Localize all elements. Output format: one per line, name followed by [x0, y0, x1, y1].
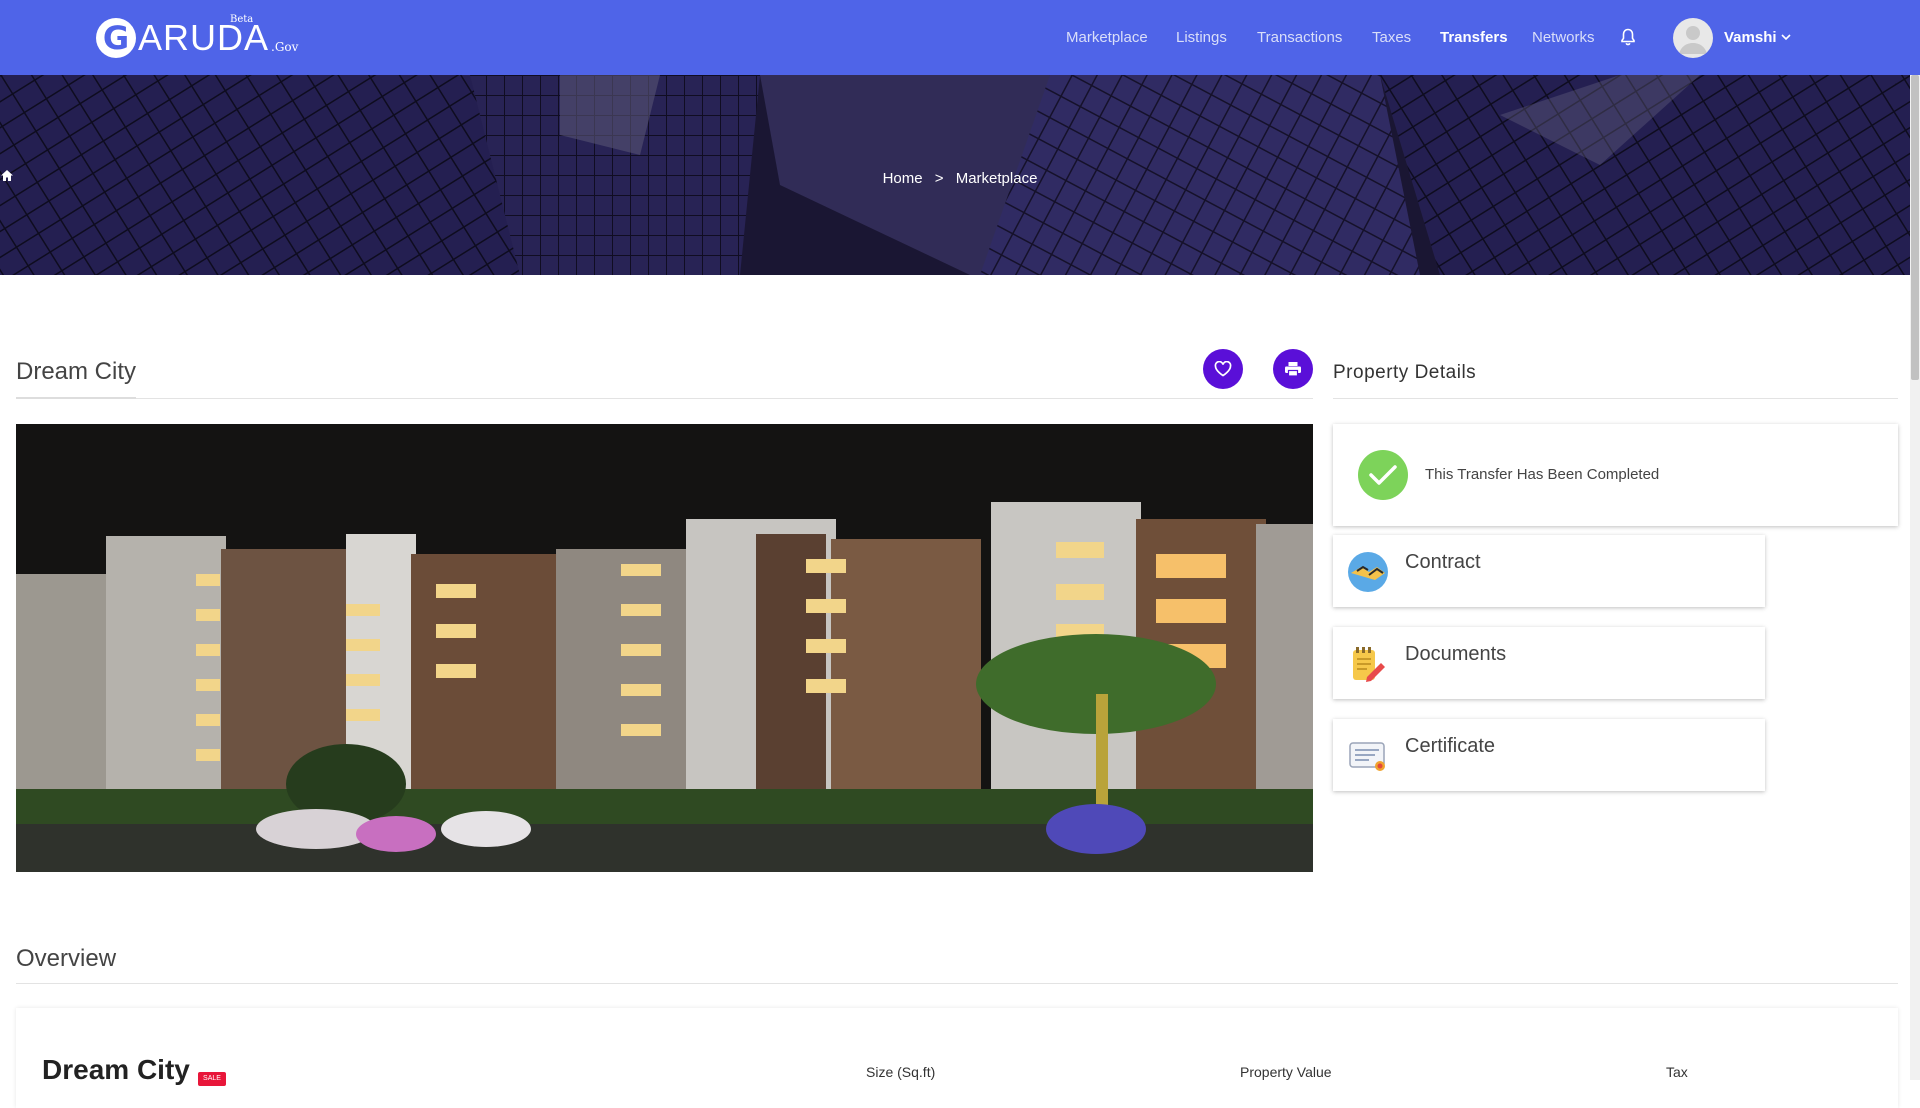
nav-networks[interactable]: Networks [1532, 29, 1595, 46]
overview-divider [16, 983, 1898, 984]
property-title: Dream City [16, 358, 137, 385]
hero-banner: Home > Marketplace [0, 75, 1920, 275]
title-underline [16, 397, 136, 399]
home-icon[interactable] [0, 169, 14, 182]
title-divider [16, 398, 1313, 399]
logo-beta: Beta [230, 14, 254, 25]
print-button[interactable] [1273, 349, 1313, 389]
overview-card: Dream City SALE Size (Sq.ft) Property Va… [16, 1008, 1898, 1108]
logo-gov: .Gov [271, 40, 299, 54]
transfer-status-text: This Transfer Has Been Completed [1425, 466, 1660, 483]
property-photo [16, 424, 1313, 872]
logo-initial: G [96, 18, 136, 58]
heart-icon [1214, 361, 1232, 377]
overview-property-name: Dream City [42, 1054, 190, 1085]
certificate-icon [1349, 742, 1385, 771]
property-details-title: Property Details [1333, 362, 1477, 383]
contract-icon [1348, 552, 1388, 592]
details-divider [1333, 398, 1898, 399]
breadcrumb: Home > Marketplace [0, 169, 1920, 187]
overview-title: Overview [16, 945, 117, 972]
user-name[interactable]: Vamshi [1724, 29, 1777, 46]
favorite-button[interactable] [1203, 349, 1243, 389]
documents-card[interactable]: Documents [1333, 627, 1765, 699]
nav-listings[interactable]: Listings [1176, 29, 1227, 46]
check-icon [1358, 450, 1408, 500]
contract-card[interactable]: Contract [1333, 535, 1765, 607]
property-value-column-label: Property Value [1240, 1064, 1332, 1080]
page-scrollbar[interactable] [1910, 75, 1920, 1080]
breadcrumb-separator: > [934, 169, 944, 187]
documents-label: Documents [1405, 643, 1507, 665]
certificate-label: Certificate [1405, 735, 1496, 757]
bell-icon[interactable] [1620, 28, 1636, 46]
documents-icon [1353, 647, 1385, 682]
certificate-card[interactable]: Certificate [1333, 719, 1765, 791]
nav-marketplace[interactable]: Marketplace [1066, 29, 1148, 46]
scrollbar-thumb[interactable] [1911, 75, 1919, 380]
nav-taxes[interactable]: Taxes [1372, 29, 1411, 46]
print-icon [1285, 362, 1301, 377]
transfer-status-card: This Transfer Has Been Completed [1333, 424, 1898, 526]
tax-column-label: Tax [1666, 1064, 1688, 1080]
garuda-logo[interactable]: G ARUDA .Gov Beta [96, 14, 298, 58]
nav-transfers[interactable]: Transfers [1440, 29, 1508, 46]
nav-transactions[interactable]: Transactions [1257, 29, 1342, 46]
size-column-label: Size (Sq.ft) [866, 1064, 936, 1080]
breadcrumb-home[interactable]: Home [883, 170, 923, 187]
sale-badge: SALE [198, 1072, 226, 1086]
chevron-down-icon[interactable] [1781, 33, 1791, 41]
breadcrumb-current: Marketplace [955, 169, 1038, 187]
top-navbar: G ARUDA .Gov Beta Marketplace Listings T… [0, 0, 1920, 75]
contract-label: Contract [1405, 551, 1481, 573]
user-avatar-icon[interactable] [1673, 18, 1713, 58]
